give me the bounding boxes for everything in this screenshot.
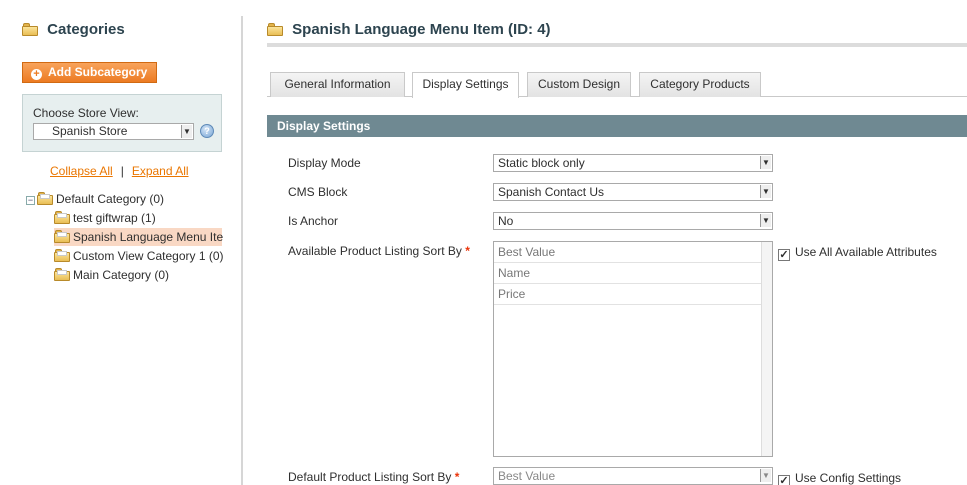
folder-icon — [54, 249, 70, 262]
default-sort-value: Best Value — [498, 469, 556, 483]
tree-node-test-giftwrap[interactable]: test giftwrap (1) — [54, 209, 156, 227]
tab-label: Custom Design — [537, 77, 621, 91]
add-subcategory-button[interactable]: + Add Subcategory — [22, 62, 157, 83]
display-mode-label: Display Mode — [288, 156, 361, 170]
required-mark: * — [454, 470, 460, 484]
chevron-down-icon: ▼ — [760, 469, 771, 482]
collapse-all-link[interactable]: Collapse All — [50, 164, 113, 178]
is-anchor-label: Is Anchor — [288, 214, 339, 228]
page-title: Spanish Language Menu Item (ID: 4) — [267, 21, 551, 38]
folder-icon — [54, 211, 70, 224]
sort-by-option[interactable]: Price — [494, 284, 761, 305]
sort-by-option[interactable]: Name — [494, 263, 761, 284]
tree-controls: Collapse All | Expand All — [50, 164, 189, 178]
plus-icon: + — [31, 69, 42, 80]
help-icon[interactable]: ? — [200, 124, 214, 138]
default-sort-label-text: Default Product Listing Sort By — [288, 470, 452, 484]
sort-by-multiselect[interactable]: Best Value Name Price — [493, 241, 773, 457]
category-sidebar: Categories + Add Subcategory Choose Store… — [0, 0, 240, 485]
tab-category-products[interactable]: Category Products — [639, 72, 761, 97]
cms-block-select[interactable]: Spanish Contact Us ▼ — [493, 183, 773, 201]
title-rule — [267, 43, 967, 47]
collapse-toggle-icon[interactable]: − — [26, 196, 35, 205]
store-view-select[interactable]: Spanish Store ▼ — [33, 123, 194, 140]
chevron-down-icon: ▼ — [760, 214, 771, 227]
sidebar-title: Categories — [22, 21, 125, 38]
sort-by-label: Available Product Listing Sort By * — [288, 244, 470, 258]
tree-node-spanish-language-menu-item[interactable]: Spanish Language Menu Ite — [54, 228, 224, 246]
sort-by-option[interactable]: Best Value — [494, 242, 761, 263]
tree-node-label: Default Category (0) — [56, 192, 165, 206]
checkmark-icon[interactable]: ✓ — [778, 475, 790, 485]
tab-label: General Information — [284, 77, 391, 91]
tree-node-label: Main Category (0) — [73, 268, 170, 282]
use-all-attributes-checkbox[interactable]: ✓ Use All Available Attributes — [778, 245, 937, 261]
tree-node-custom-view-category[interactable]: Custom View Category 1 (0) — [54, 247, 224, 265]
tree-node-label: Custom View Category 1 (0) — [73, 249, 224, 263]
tree-node-default-category[interactable]: − Default Category (0) — [26, 190, 164, 208]
is-anchor-select[interactable]: No ▼ — [493, 212, 773, 230]
store-view-value: Spanish Store — [52, 124, 128, 138]
folder-icon — [37, 192, 53, 205]
expand-all-link[interactable]: Expand All — [132, 164, 189, 178]
use-config-settings-label: Use Config Settings — [795, 471, 902, 485]
display-mode-select[interactable]: Static block only ▼ — [493, 154, 773, 172]
page-title-text: Spanish Language Menu Item (ID: 4) — [292, 21, 551, 38]
sort-by-label-text: Available Product Listing Sort By — [288, 244, 462, 258]
default-sort-label: Default Product Listing Sort By * — [288, 470, 459, 484]
tree-node-label: test giftwrap (1) — [73, 211, 156, 225]
tab-label: Category Products — [650, 77, 750, 91]
display-mode-value: Static block only — [498, 156, 585, 170]
store-view-label: Choose Store View: — [33, 106, 139, 120]
tree-controls-separator: | — [120, 164, 124, 178]
tree-node-label: Spanish Language Menu Ite — [73, 230, 224, 244]
store-view-switcher: Choose Store View: Spanish Store ▼ ? — [22, 94, 222, 152]
tab-custom-design[interactable]: Custom Design — [527, 72, 631, 97]
folder-icon — [267, 23, 283, 36]
is-anchor-value: No — [498, 214, 514, 228]
chevron-down-icon: ▼ — [181, 125, 192, 138]
tree-node-main-category[interactable]: Main Category (0) — [54, 266, 169, 284]
checkmark-icon[interactable]: ✓ — [778, 249, 790, 261]
tab-label: Display Settings — [422, 77, 509, 91]
chevron-down-icon: ▼ — [760, 156, 771, 169]
required-mark: * — [465, 244, 470, 258]
folder-icon — [54, 268, 70, 281]
folder-icon — [22, 23, 38, 36]
tab-general-information[interactable]: General Information — [270, 72, 405, 97]
sidebar-title-text: Categories — [47, 21, 125, 38]
scrollbar[interactable] — [761, 242, 772, 456]
section-header: Display Settings — [267, 115, 967, 137]
cms-block-label: CMS Block — [288, 185, 348, 199]
use-all-attributes-label: Use All Available Attributes — [795, 245, 937, 259]
chevron-down-icon: ▼ — [760, 185, 771, 198]
cms-block-value: Spanish Contact Us — [498, 185, 605, 199]
tab-display-settings[interactable]: Display Settings — [412, 72, 519, 98]
folder-icon — [54, 230, 70, 243]
use-config-settings-checkbox[interactable]: ✓ Use Config Settings — [778, 471, 901, 485]
column-divider[interactable] — [241, 16, 243, 485]
default-sort-select[interactable]: Best Value ▼ — [493, 467, 773, 485]
add-subcategory-label: Add Subcategory — [48, 65, 148, 79]
tab-bar: General Information Display Settings Cus… — [267, 64, 967, 98]
